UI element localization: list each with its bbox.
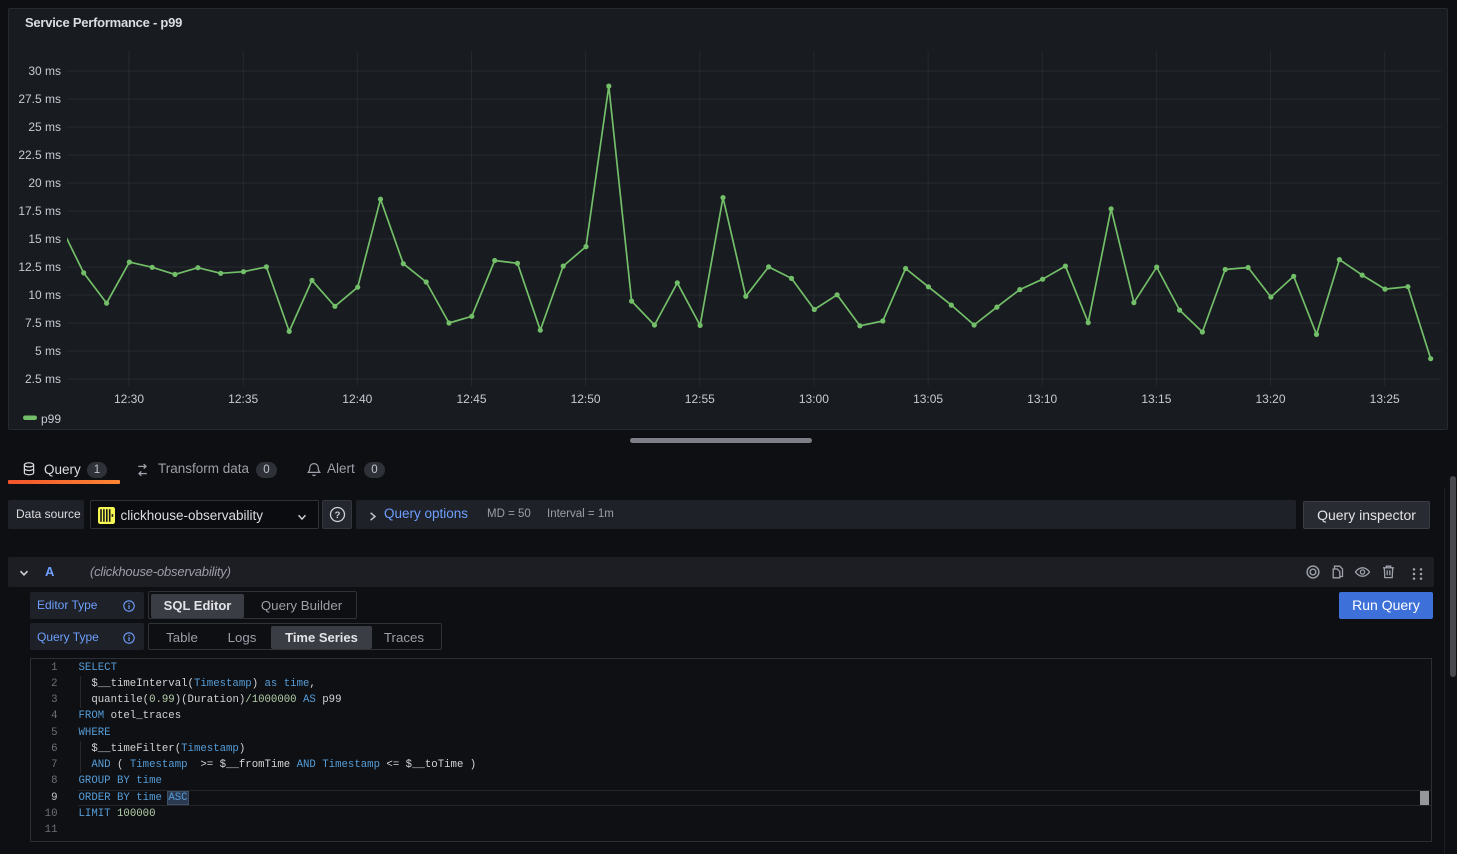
svg-text:12:50: 12:50 [571,392,601,406]
svg-text:2.5 ms: 2.5 ms [25,372,61,386]
svg-text:12:30: 12:30 [114,392,144,406]
svg-text:15 ms: 15 ms [28,232,61,246]
svg-text:?: ? [335,510,341,521]
svg-text:13:10: 13:10 [1027,392,1057,406]
svg-text:20 ms: 20 ms [28,176,61,190]
svg-text:10 ms: 10 ms [28,288,61,302]
svg-text:25 ms: 25 ms [28,120,61,134]
svg-text:27.5 ms: 27.5 ms [18,92,61,106]
svg-text:12:55: 12:55 [685,392,715,406]
svg-text:p99: p99 [41,412,61,426]
svg-text:7.5 ms: 7.5 ms [25,316,61,330]
svg-text:13:00: 13:00 [799,392,829,406]
svg-text:12:35: 12:35 [228,392,258,406]
svg-text:13:15: 13:15 [1141,392,1171,406]
svg-text:22.5 ms: 22.5 ms [18,148,61,162]
svg-text:12:40: 12:40 [342,392,372,406]
svg-text:5 ms: 5 ms [35,344,61,358]
svg-text:13:25: 13:25 [1370,392,1400,406]
svg-text:12.5 ms: 12.5 ms [18,260,61,274]
svg-text:13:05: 13:05 [913,392,943,406]
svg-text:17.5 ms: 17.5 ms [18,204,61,218]
svg-text:30 ms: 30 ms [28,64,61,78]
svg-text:13:20: 13:20 [1255,392,1285,406]
svg-text:12:45: 12:45 [456,392,486,406]
